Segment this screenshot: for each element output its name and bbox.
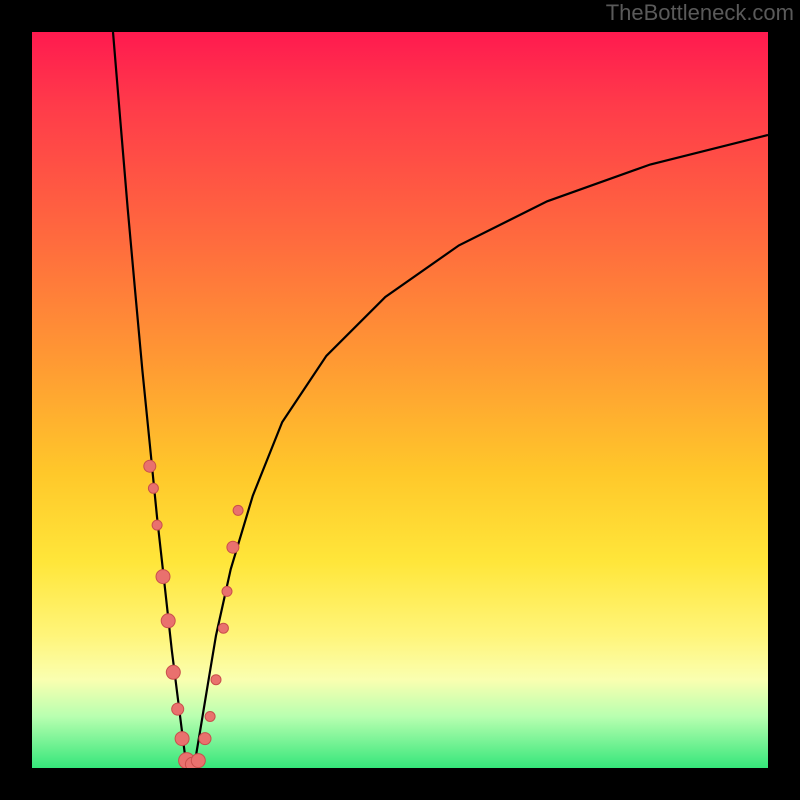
scatter-dot	[161, 614, 175, 628]
scatter-dot	[152, 520, 162, 530]
scatter-dot	[205, 712, 215, 722]
scatter-dot	[211, 675, 221, 685]
scatter-dot	[175, 732, 189, 746]
watermark-text: TheBottleneck.com	[606, 0, 794, 26]
scatter-dot	[144, 460, 156, 472]
scatter-markers	[144, 460, 243, 768]
scatter-dot	[148, 483, 158, 493]
scatter-dot	[199, 733, 211, 745]
scatter-dot	[218, 623, 228, 633]
scatter-dot	[166, 665, 180, 679]
plot-area	[32, 32, 768, 768]
scatter-dot	[233, 505, 243, 515]
scatter-dot	[172, 703, 184, 715]
chart-svg	[32, 32, 768, 768]
scatter-dot	[222, 586, 232, 596]
scatter-dot	[227, 541, 239, 553]
curve-left-branch	[113, 32, 187, 768]
scatter-dot	[191, 754, 205, 768]
curve-right-branch	[194, 135, 768, 768]
scatter-dot	[156, 570, 170, 584]
chart-frame: TheBottleneck.com	[0, 0, 800, 800]
